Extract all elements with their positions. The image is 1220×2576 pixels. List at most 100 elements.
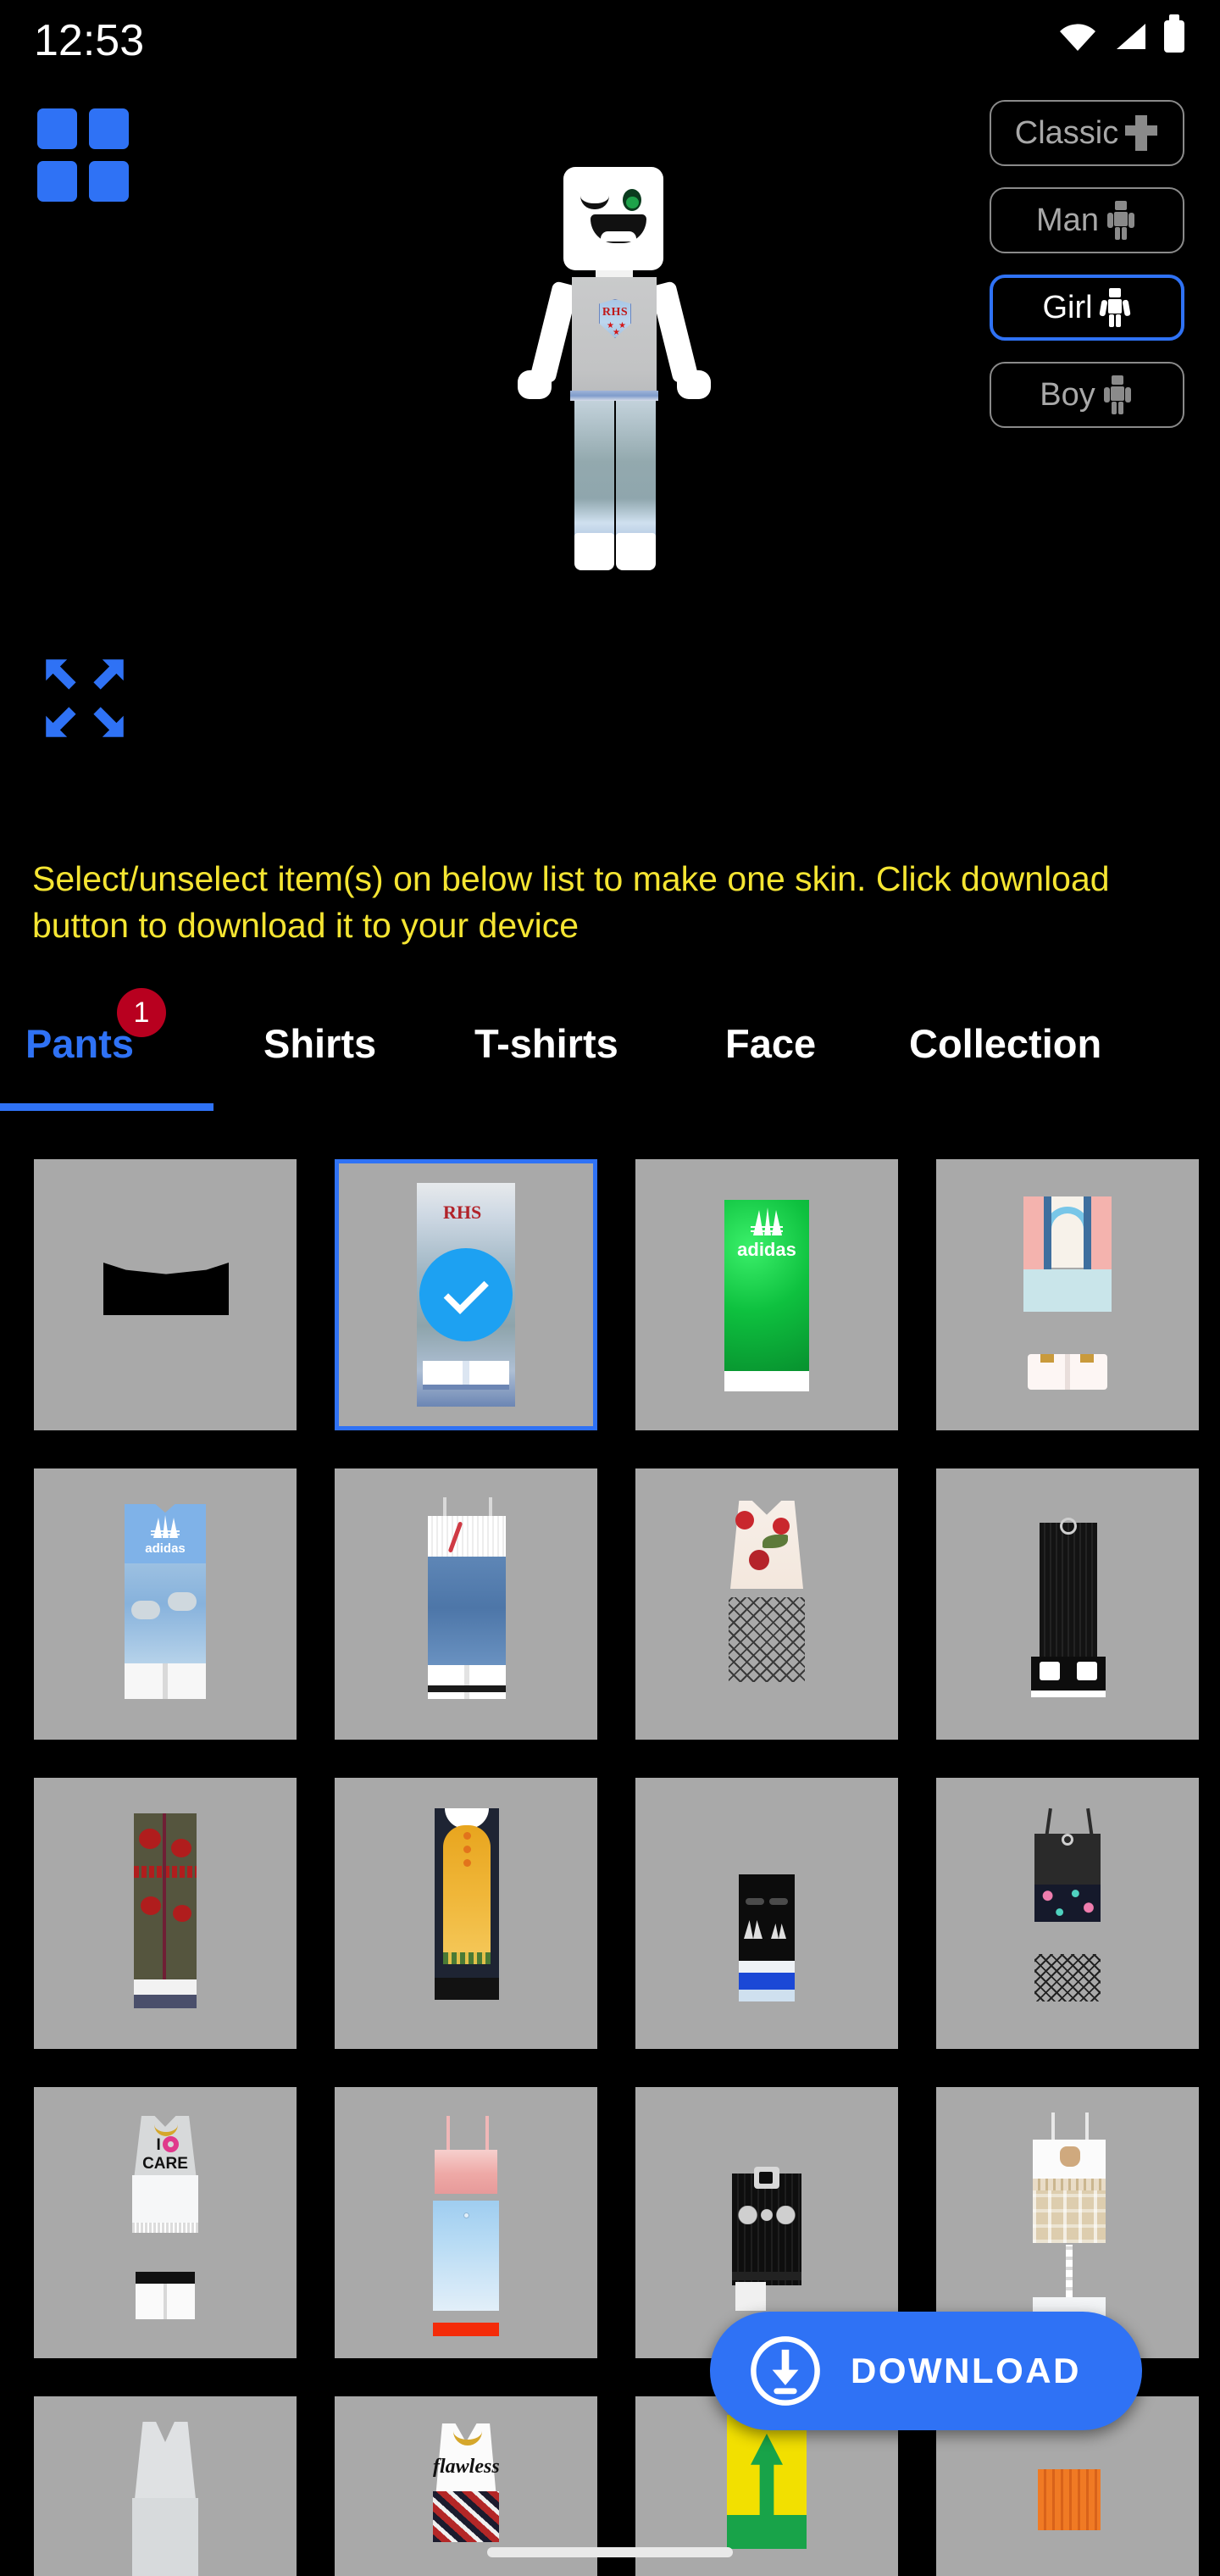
- thumb-white-skirt: [132, 2175, 198, 2226]
- thumb-sole: [134, 1995, 197, 2008]
- tab-pants[interactable]: Pants 1: [25, 988, 166, 1067]
- thumb-flower: [735, 1511, 754, 1530]
- thumb-blue-sole: [739, 1973, 795, 1991]
- item-tile[interactable]: [635, 1468, 898, 1740]
- body-type-label: Man: [1036, 202, 1099, 238]
- avatar-preview[interactable]: RHS ★ ★ ★: [415, 157, 813, 733]
- body-type-button-classic[interactable]: Classic: [990, 100, 1184, 166]
- avatar-shirt-hem: [570, 391, 658, 401]
- avatar-leg-right: [616, 401, 656, 536]
- tab-face[interactable]: Face: [725, 1020, 816, 1067]
- tab-shirts[interactable]: Shirts: [263, 1020, 376, 1067]
- thumb-brand-label: flawless: [433, 2456, 500, 2478]
- avatar-arm-right: [650, 280, 699, 384]
- selected-check-icon: [419, 1248, 513, 1341]
- avatar-shoe-left: [574, 533, 614, 570]
- item-tile[interactable]: [335, 2087, 597, 2358]
- thumb-sole: [739, 1990, 795, 2001]
- avatar-shoe-right: [616, 533, 656, 570]
- thumb-detail: [769, 1898, 788, 1905]
- thumb-shoes: [136, 2284, 195, 2319]
- avatar-open-eye: [623, 189, 641, 211]
- tab-active-underline: [0, 1103, 214, 1111]
- thumb-button: [463, 1846, 471, 1853]
- thumb-waistband: [1033, 2179, 1106, 2190]
- item-tile[interactable]: [936, 1159, 1199, 1430]
- item-tile[interactable]: [936, 1778, 1199, 2049]
- thumb-button: [463, 1859, 471, 1867]
- avatar-hand-right: [677, 370, 711, 399]
- body-type-label: Girl: [1042, 289, 1093, 325]
- thumb-grey-bottom: [132, 2498, 198, 2576]
- item-tile[interactable]: [34, 2396, 297, 2576]
- item-tile[interactable]: [936, 1468, 1199, 1740]
- download-label: DOWNLOAD: [851, 2351, 1081, 2390]
- thumb-flower: [773, 1518, 790, 1535]
- thumb-shoes: [435, 1978, 499, 2000]
- thumb-shoes: [134, 1979, 197, 1996]
- item-tile[interactable]: [635, 1778, 898, 2049]
- thumb-trim: [443, 1952, 491, 1964]
- man-figure-icon: [1104, 200, 1138, 241]
- thumb-button: [463, 2212, 469, 2218]
- status-icons: [1059, 14, 1184, 53]
- grid-cell: [37, 108, 77, 149]
- thumb-detail: [746, 1898, 764, 1905]
- download-button[interactable]: DOWNLOAD: [710, 2312, 1142, 2430]
- thumb-rip: [168, 1592, 197, 1611]
- body-type-button-boy[interactable]: Boy: [990, 362, 1184, 428]
- collapse-fullscreen-icon[interactable]: [37, 654, 132, 742]
- thumb-rose: [139, 1829, 161, 1849]
- body-type-label: Boy: [1040, 376, 1095, 413]
- thumb-ring-detail: [1062, 1834, 1073, 1846]
- item-tile[interactable]: [335, 1468, 597, 1740]
- tab-collection[interactable]: Collection: [909, 1020, 1101, 1067]
- thumb-white-top: [428, 1516, 506, 1557]
- cellular-signal-icon: [1113, 22, 1147, 51]
- item-tile[interactable]: adidas: [635, 1159, 898, 1430]
- instruction-text: Select/unselect item(s) on below list to…: [32, 859, 1110, 945]
- thumb-strap-right: [1085, 2112, 1089, 2143]
- thumb-shoe-stripe: [428, 1685, 506, 1692]
- grid-cell: [89, 108, 129, 149]
- home-indicator: [487, 2547, 733, 2557]
- body-type-button-man[interactable]: Man: [990, 187, 1184, 253]
- body-type-button-girl[interactable]: Girl: [990, 275, 1184, 341]
- thumb-rose: [171, 1839, 191, 1857]
- category-tabs: Pants 1 Shirts T-shirts Face Collection: [0, 988, 1220, 1119]
- thumb-chains: [737, 2206, 796, 2224]
- item-tile-selected[interactable]: RHS: [335, 1159, 597, 1430]
- thumb-rhs-text: RHS: [443, 1202, 482, 1223]
- wifi-icon: [1059, 22, 1096, 51]
- thumb-shoe-right: [1077, 1662, 1097, 1680]
- thumb-strap-left: [446, 2116, 450, 2150]
- thumb-rose: [141, 1896, 161, 1915]
- thumb-skirt: [1023, 1269, 1112, 1312]
- thumb-shoe-left: [1040, 1662, 1060, 1680]
- thumb-hem: [732, 2272, 801, 2280]
- item-tile[interactable]: I CARE: [34, 2087, 297, 2358]
- download-circle-arrow-icon: [749, 2334, 822, 2407]
- item-tile[interactable]: [34, 1778, 297, 2049]
- tab-label: Pants: [25, 1021, 134, 1066]
- item-tile[interactable]: [34, 1159, 297, 1430]
- thumb-shoe-left: [735, 2282, 766, 2311]
- thumb-fringe: [132, 2223, 198, 2233]
- grid-menu-icon[interactable]: [37, 108, 129, 202]
- thumb-punk-outfit: [732, 2174, 801, 2285]
- thumb-drawstring: [1060, 1518, 1077, 1535]
- thumb-shoe-bow-right: [1080, 1354, 1094, 1363]
- avatar-leg-left: [574, 401, 614, 536]
- thumb-brand-label: adidas: [737, 1239, 796, 1260]
- thumb-floral-skirt: [1034, 1885, 1101, 1922]
- status-time: 12:53: [34, 16, 145, 65]
- item-tile[interactable]: [335, 1778, 597, 2049]
- thumb-red-bar: [433, 2323, 499, 2336]
- thumb-rip: [131, 1601, 160, 1619]
- thumb-shoes: [125, 1663, 206, 1699]
- tab-tshirts[interactable]: T-shirts: [474, 1020, 618, 1067]
- thumb-buckle-hole: [759, 2172, 773, 2184]
- thumb-sole: [1031, 1690, 1106, 1697]
- item-tile[interactable]: adidas: [34, 1468, 297, 1740]
- avatar-shirt-text: RHS: [602, 306, 629, 319]
